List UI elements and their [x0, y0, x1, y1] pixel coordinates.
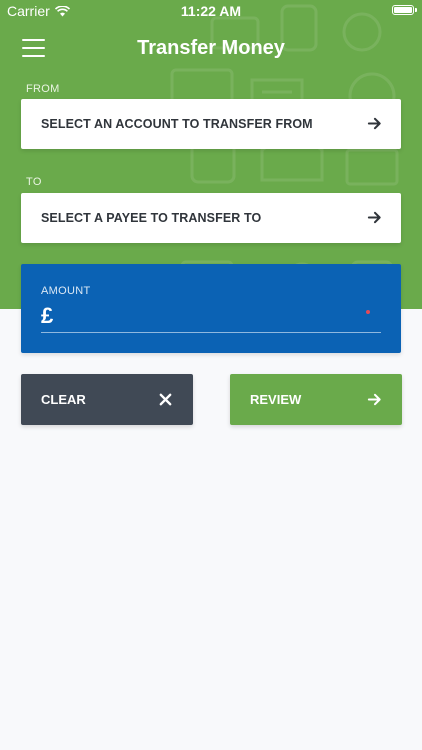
review-button-label: REVIEW [250, 392, 302, 407]
status-bar: Carrier 11:22 AM [0, 0, 422, 22]
clear-button[interactable]: CLEAR [21, 374, 193, 425]
amount-field: £ [41, 302, 381, 333]
arrow-right-icon [367, 117, 381, 130]
currency-symbol: £ [41, 303, 54, 328]
payee-selector[interactable]: SELECT A PAYEE TO TRANSFER TO [21, 193, 401, 243]
required-indicator [366, 310, 370, 314]
amount-card: AMOUNT £ [21, 264, 401, 353]
nav-bar: Transfer Money [0, 30, 422, 68]
to-label: TO [26, 176, 42, 188]
clock: 11:22 AM [180, 3, 242, 19]
review-button[interactable]: REVIEW [230, 374, 402, 425]
amount-input[interactable] [67, 304, 361, 330]
page-title: Transfer Money [137, 37, 285, 59]
from-account-placeholder: SELECT AN ACCOUNT TO TRANSFER FROM [41, 117, 313, 131]
battery-tip [415, 8, 417, 12]
from-label: FROM [26, 83, 60, 95]
arrow-right-icon [367, 211, 381, 224]
clear-button-label: CLEAR [41, 392, 86, 407]
amount-label: AMOUNT [41, 285, 91, 297]
arrow-right-icon [367, 393, 381, 406]
close-icon [159, 393, 172, 406]
payee-placeholder: SELECT A PAYEE TO TRANSFER TO [41, 211, 262, 225]
transfer-money-screen: Carrier 11:22 AM Transfer Money FROM SEL… [0, 0, 422, 750]
battery-icon [392, 5, 414, 15]
from-account-selector[interactable]: SELECT AN ACCOUNT TO TRANSFER FROM [21, 99, 401, 149]
